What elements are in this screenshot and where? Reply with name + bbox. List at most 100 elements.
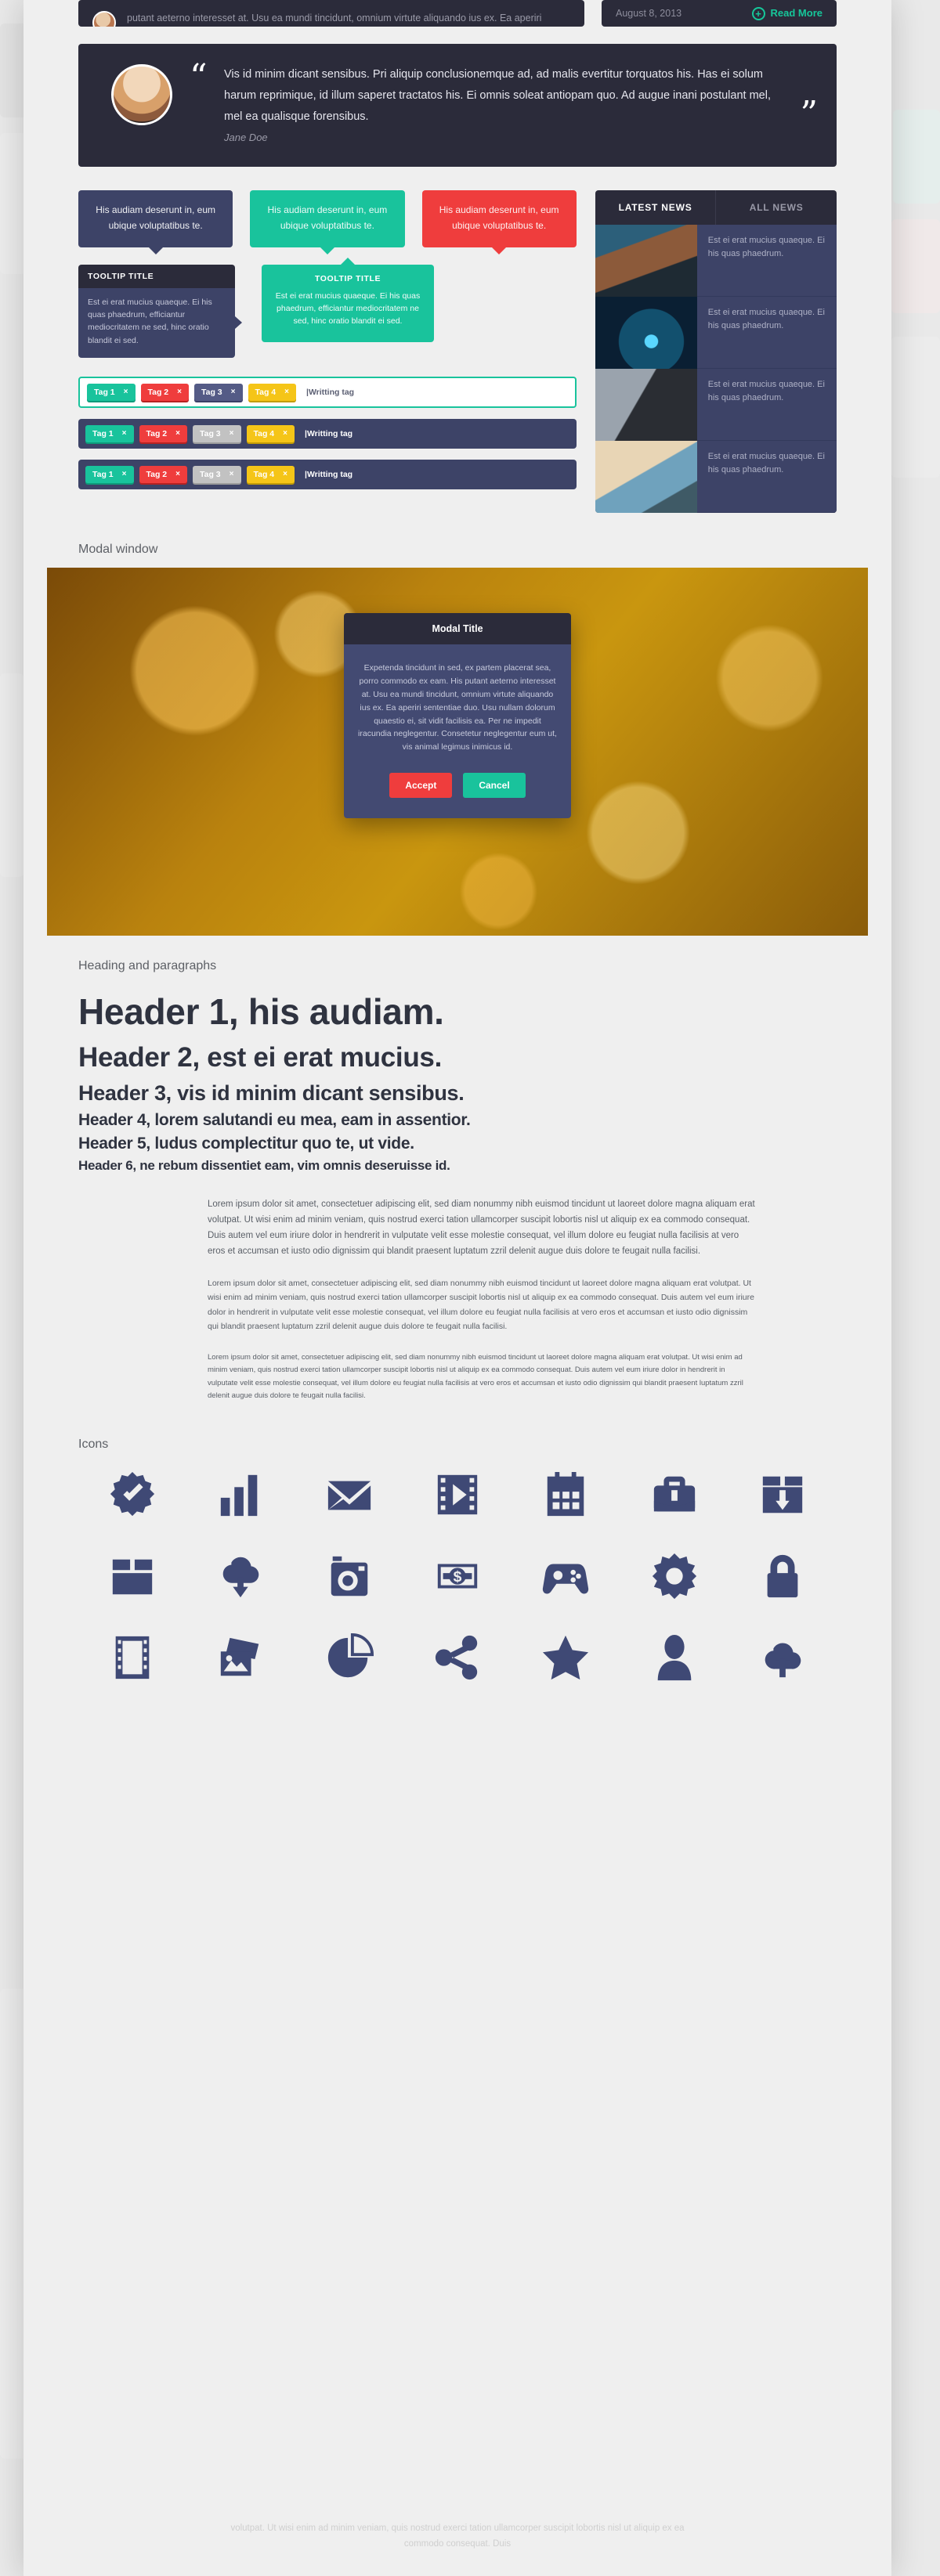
tag-remove-icon[interactable]: × <box>122 470 127 478</box>
icon-grid: $ <box>78 1464 837 1688</box>
tag-chip[interactable]: Tag 4 × <box>246 424 295 442</box>
tag-chip[interactable]: Tag 4 × <box>246 465 295 483</box>
tag-label: Tag 1 <box>92 469 114 479</box>
avatar <box>92 11 116 27</box>
news-item-text: Est ei erat mucius quaeque. Ei his quas … <box>696 297 837 370</box>
tag-remove-icon[interactable]: × <box>122 429 127 438</box>
tag-chip[interactable]: Tag 2 × <box>140 383 189 401</box>
testimonial-body: “ Vis id minim dicant sensibus. Pri aliq… <box>190 60 818 144</box>
tag-label: Tag 3 <box>200 469 221 479</box>
tag-chip[interactable]: Tag 2 × <box>139 465 187 483</box>
tag-input-placeholder: |Writting tag <box>305 428 353 438</box>
speech-bubble-text: His audiam deserunt in, eum ubique volup… <box>96 204 215 231</box>
news-item-text: Est ei erat mucius quaeque. Ei his quas … <box>696 225 837 298</box>
excerpt-card: putant aeterno interesset at. Usu ea mun… <box>78 0 584 27</box>
page-sheet: putant aeterno interesset at. Usu ea mun… <box>24 0 891 2576</box>
background-plate-right-3 <box>891 337 940 478</box>
tag-remove-icon[interactable]: × <box>177 388 182 396</box>
news-item[interactable]: Est ei erat mucius quaeque. Ei his quas … <box>595 369 837 442</box>
tag-input-navy[interactable]: Tag 1 × Tag 2 × Tag 3 × Tag 4 × |Writting ta… <box>78 418 577 449</box>
tag-remove-icon[interactable]: × <box>230 429 234 438</box>
film-play-icon[interactable] <box>403 1464 512 1525</box>
components-row: His audiam deserunt in, eum ubique volup… <box>24 167 891 514</box>
excerpt-text: putant aeterno interesset at. Usu ea mun… <box>127 13 542 23</box>
calendar-icon[interactable] <box>512 1464 620 1525</box>
money-icon[interactable]: $ <box>403 1546 512 1607</box>
paragraph-medium: Lorem ipsum dolor sit amet, consectetuer… <box>208 1279 754 1332</box>
speech-bubble-red: His audiam deserunt in, eum ubique volup… <box>421 190 577 247</box>
tag-label: Tag 3 <box>200 428 221 438</box>
tag-chip[interactable]: Tag 3 × <box>194 383 243 401</box>
paragraphs-section: Lorem ipsum dolor sit amet, consectetuer… <box>24 1176 891 1404</box>
tag-remove-icon[interactable]: × <box>283 470 287 478</box>
tag-remove-icon[interactable]: × <box>284 388 289 396</box>
heading-5: Header 5, ludus complectitur quo te, ut … <box>78 1135 414 1153</box>
tag-remove-icon[interactable]: × <box>230 470 234 478</box>
envelope-icon[interactable] <box>295 1464 403 1525</box>
film-strip-icon[interactable] <box>78 1627 186 1688</box>
tag-input-white[interactable]: Tag 1 × Tag 2 × Tag 3 × Tag 4 × |Writting ta… <box>78 376 577 408</box>
news-item[interactable]: Est ei erat mucius quaeque. Ei his quas … <box>595 441 837 514</box>
background-plate-bottom <box>0 1989 27 2459</box>
tag-chip[interactable]: Tag 3 × <box>193 465 241 483</box>
open-box-icon[interactable] <box>78 1546 186 1607</box>
tag-remove-icon[interactable]: × <box>175 470 180 478</box>
news-item[interactable]: Est ei erat mucius quaeque. Ei his quas … <box>595 297 837 370</box>
tag-label: Tag 1 <box>92 428 114 438</box>
tag-input-navy-alt[interactable]: Tag 1 × Tag 2 × Tag 3 × Tag 4 × |Writting ta… <box>78 459 577 489</box>
paragraph-large: Lorem ipsum dolor sit amet, consectetuer… <box>208 1199 755 1256</box>
tag-chip[interactable]: Tag 4 × <box>248 383 296 401</box>
tag-label: Tag 3 <box>201 387 222 397</box>
tooltip-row: TOOLTIP TITLE Est ei erat mucius quaeque… <box>78 264 577 358</box>
plus-icon: + <box>751 6 765 20</box>
speech-bubble-text: His audiam deserunt in, eum ubique volup… <box>267 204 388 231</box>
components-left-column: His audiam deserunt in, eum ubique volup… <box>78 190 577 489</box>
tag-remove-icon[interactable]: × <box>124 388 128 396</box>
pie-chart-icon[interactable] <box>295 1627 403 1688</box>
cloud-upload-icon[interactable] <box>728 1627 837 1688</box>
modal-footer: Accept Cancel <box>344 762 571 819</box>
tab-latest-news[interactable]: LATEST NEWS <box>595 190 716 225</box>
star-icon[interactable] <box>512 1627 620 1688</box>
cloud-download-icon[interactable] <box>186 1546 295 1607</box>
news-thumbnail <box>595 441 697 514</box>
news-thumbnail <box>595 297 697 370</box>
top-cards-row: putant aeterno interesset at. Usu ea mun… <box>24 0 891 27</box>
lock-icon[interactable] <box>728 1546 837 1607</box>
cancel-button[interactable]: Cancel <box>463 773 526 799</box>
share-icon[interactable] <box>403 1627 512 1688</box>
briefcase-icon[interactable] <box>620 1464 728 1525</box>
gear-icon[interactable] <box>620 1546 728 1607</box>
post-date: August 8, 2013 <box>616 7 682 19</box>
tag-remove-icon[interactable]: × <box>175 429 180 438</box>
tag-remove-icon[interactable]: × <box>283 429 287 438</box>
headings-section-label: Heading and paragraphs <box>78 959 217 973</box>
headings-section: Heading and paragraphs Header 1, his aud… <box>24 936 891 1175</box>
user-icon[interactable] <box>620 1627 728 1688</box>
quote-close-icon: ” <box>800 93 819 134</box>
bar-chart-icon[interactable] <box>186 1464 295 1525</box>
box-download-icon[interactable] <box>728 1464 837 1525</box>
read-more-link[interactable]: + Read More <box>751 5 822 21</box>
testimonial-author: Jane Doe <box>224 132 268 144</box>
tag-chip[interactable]: Tag 3 × <box>193 424 241 442</box>
icons-section: Icons $ <box>24 1420 891 1719</box>
tag-chip[interactable]: Tag 1 × <box>85 424 134 442</box>
badge-check-icon[interactable] <box>78 1464 186 1525</box>
news-item[interactable]: Est ei erat mucius quaeque. Ei his quas … <box>595 225 837 298</box>
tag-remove-icon[interactable]: × <box>231 388 236 396</box>
tag-chip[interactable]: Tag 1 × <box>85 465 134 483</box>
gamepad-icon[interactable] <box>512 1546 620 1607</box>
tooltip-green-body: Est ei erat mucius quaeque. Ei his quas … <box>275 290 421 327</box>
tag-chip[interactable]: Tag 1 × <box>87 383 136 401</box>
camera-icon[interactable] <box>295 1546 403 1607</box>
photos-icon[interactable] <box>186 1627 295 1688</box>
tab-all-news[interactable]: ALL NEWS <box>715 190 837 225</box>
heading-6: Header 6, ne rebum dissentiet eam, vim o… <box>78 1157 450 1173</box>
heading-1: Header 1, his audiam. <box>78 991 444 1033</box>
news-item-text: Est ei erat mucius quaeque. Ei his quas … <box>696 369 837 442</box>
tag-chip[interactable]: Tag 2 × <box>139 424 187 442</box>
accept-button[interactable]: Accept <box>389 773 453 799</box>
speech-bubble-row: His audiam deserunt in, eum ubique volup… <box>78 190 577 247</box>
svg-text:$: $ <box>454 1568 462 1586</box>
